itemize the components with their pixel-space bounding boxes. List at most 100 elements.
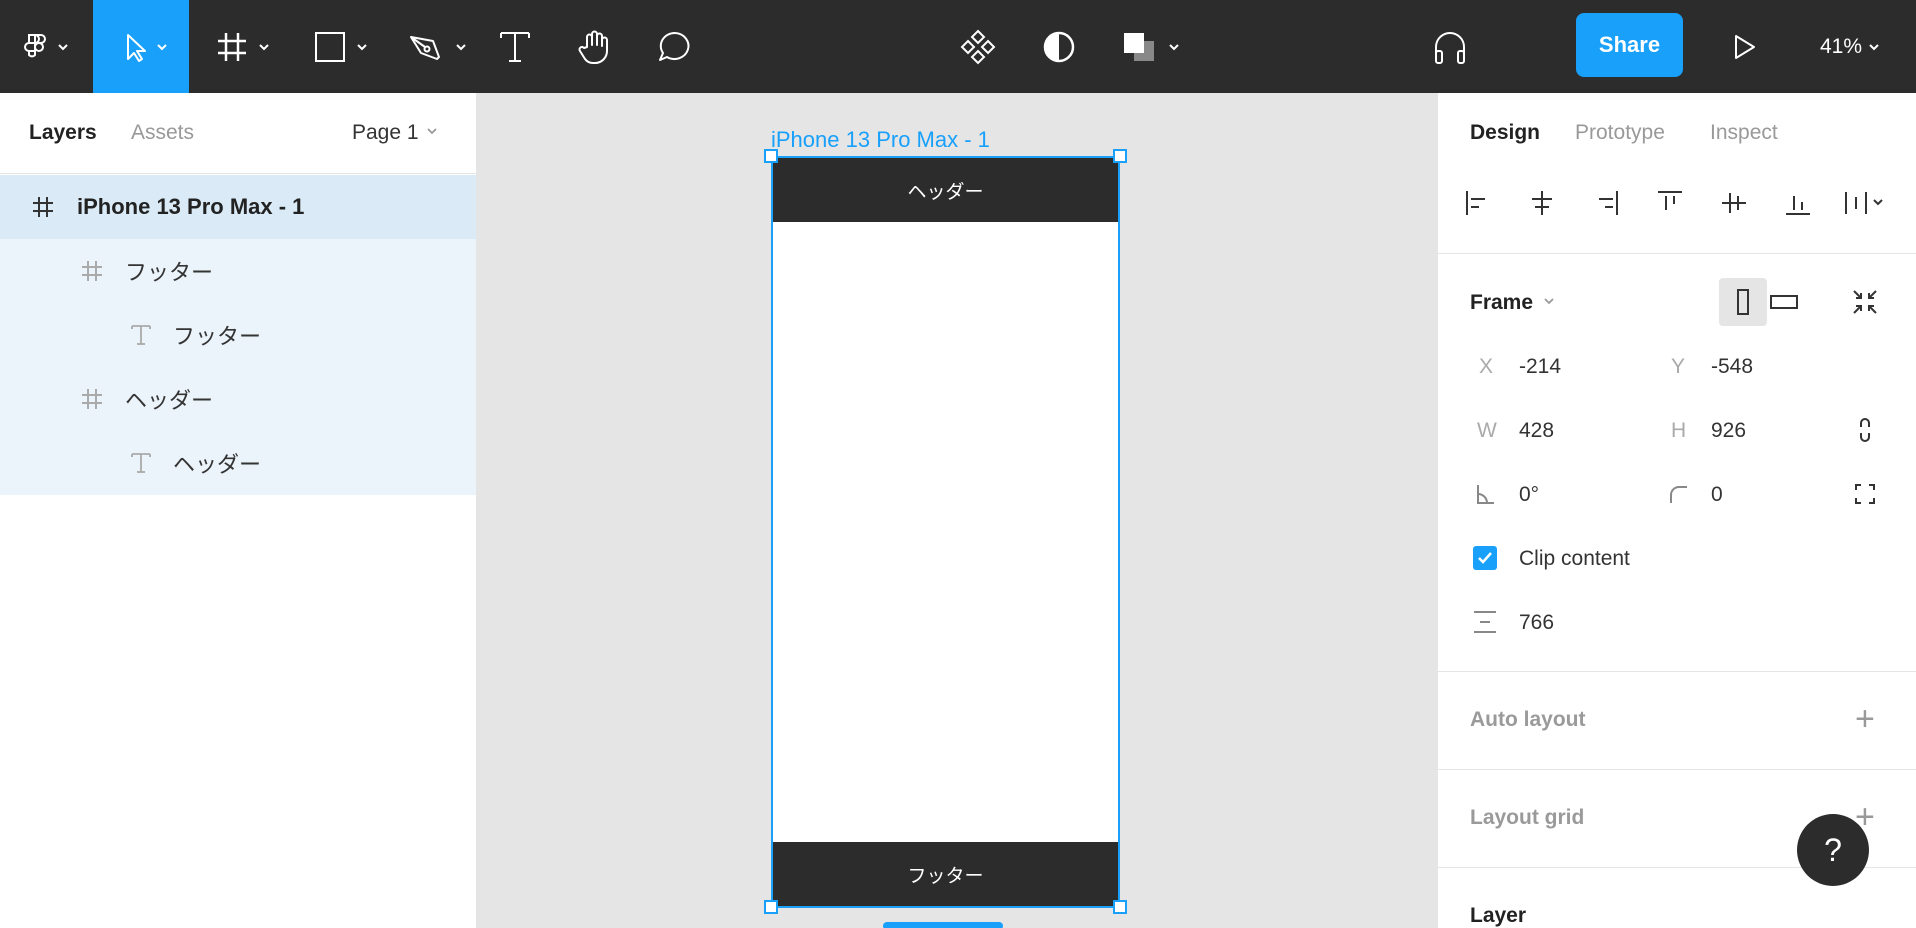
present-button[interactable] xyxy=(1726,0,1762,93)
layer-row[interactable]: フッター xyxy=(0,239,476,303)
layer-label: フッター xyxy=(173,324,262,349)
frame-section-title[interactable]: Frame xyxy=(1470,291,1559,315)
chevron-down-icon xyxy=(427,128,438,135)
y-input[interactable]: -548 xyxy=(1711,355,1753,379)
rotation-input[interactable]: 0° xyxy=(1519,483,1539,507)
align-top-icon[interactable] xyxy=(1650,183,1690,223)
header-text: ヘッダー xyxy=(907,181,984,203)
layout-grid-title: Layout grid xyxy=(1470,806,1585,829)
layer-label: iPhone 13 Pro Max - 1 xyxy=(77,194,305,219)
divider xyxy=(1438,671,1916,672)
h-label: H xyxy=(1671,419,1687,442)
move-tool-button[interactable] xyxy=(93,0,189,93)
resize-handle-bottom-right[interactable] xyxy=(1113,900,1127,914)
chevron-down-icon xyxy=(1544,298,1554,305)
frame-icon xyxy=(79,386,105,412)
figma-logo-icon xyxy=(24,33,68,57)
height-input[interactable]: 926 xyxy=(1711,419,1746,443)
divider xyxy=(1438,253,1916,254)
contrast-icon xyxy=(1043,31,1075,62)
hand-icon xyxy=(578,30,608,64)
align-right-icon[interactable] xyxy=(1586,183,1626,223)
pen-tool-button[interactable] xyxy=(398,0,478,93)
spacing-icon xyxy=(1470,607,1500,637)
frame-section-label: Frame xyxy=(1470,291,1534,314)
tab-inspect[interactable]: Inspect xyxy=(1710,121,1778,145)
distribute-icon[interactable] xyxy=(1842,183,1892,223)
clip-content-label: Clip content xyxy=(1519,547,1630,570)
frame-tool-button[interactable] xyxy=(205,0,285,93)
align-left-icon[interactable] xyxy=(1458,183,1498,223)
frame-icon xyxy=(218,32,269,61)
resize-handle-top-left[interactable] xyxy=(764,149,778,163)
rectangle-icon xyxy=(315,31,367,62)
tab-layers[interactable]: Layers xyxy=(29,121,97,145)
canvas-scrollbar[interactable] xyxy=(883,922,1003,928)
left-panel-tabs: Layers Assets Page 1 xyxy=(0,93,476,174)
help-button[interactable]: ? xyxy=(1797,814,1869,886)
layer-row[interactable]: ヘッダー xyxy=(0,367,476,431)
mask-button[interactable] xyxy=(1039,0,1079,93)
layer-row[interactable]: ヘッダー xyxy=(0,431,476,495)
zoom-menu[interactable]: 41% xyxy=(1820,0,1886,93)
layer-label: フッター xyxy=(125,260,214,285)
frame-icon xyxy=(30,194,56,220)
share-button[interactable]: Share xyxy=(1576,13,1683,77)
page-selector[interactable]: Page 1 xyxy=(352,121,442,145)
corner-radius-icon xyxy=(1663,479,1693,509)
corner-radius-input[interactable]: 0 xyxy=(1711,483,1723,507)
portrait-orientation-icon[interactable] xyxy=(1719,278,1767,326)
layer-row[interactable]: iPhone 13 Pro Max - 1 xyxy=(0,175,476,239)
audio-button[interactable] xyxy=(1430,0,1470,93)
tab-assets[interactable]: Assets xyxy=(131,121,194,145)
text-tool-button[interactable] xyxy=(495,0,535,93)
x-label: X xyxy=(1479,355,1494,378)
play-icon xyxy=(1735,34,1755,59)
boolean-button[interactable] xyxy=(1120,0,1190,93)
toolbar: Share 41% xyxy=(0,0,1916,93)
resize-handle-bottom-left[interactable] xyxy=(764,900,778,914)
constrain-proportions-icon[interactable] xyxy=(1850,415,1880,445)
resize-to-fit-icon[interactable] xyxy=(1850,287,1880,317)
landscape-orientation-icon[interactable] xyxy=(1769,287,1799,317)
layers-panel: Layers Assets Page 1 iPhone 13 Pro Max -… xyxy=(0,93,477,928)
pen-icon xyxy=(410,35,466,60)
clip-content-checkbox[interactable] xyxy=(1473,546,1497,570)
frame-title[interactable]: iPhone 13 Pro Max - 1 xyxy=(771,127,990,153)
rotation-icon xyxy=(1470,479,1500,509)
spacing-input[interactable]: 766 xyxy=(1519,611,1554,635)
independent-corners-icon[interactable] xyxy=(1850,479,1880,509)
alignment-toolbar xyxy=(1438,183,1916,227)
tab-design[interactable]: Design xyxy=(1470,121,1540,145)
headphones-icon xyxy=(1435,31,1465,64)
header-bar[interactable]: ヘッダー xyxy=(773,158,1118,222)
text-icon xyxy=(128,450,154,476)
tab-prototype[interactable]: Prototype xyxy=(1575,121,1665,145)
add-auto-layout-plus-icon[interactable]: + xyxy=(1855,700,1875,739)
shape-tool-button[interactable] xyxy=(300,0,380,93)
main-menu-button[interactable] xyxy=(0,0,90,93)
x-input[interactable]: -214 xyxy=(1519,355,1561,379)
comment-icon xyxy=(659,31,690,61)
page-name: Page 1 xyxy=(352,121,419,144)
layer-label: ヘッダー xyxy=(125,388,214,413)
iphone-frame[interactable]: ヘッダー フッター xyxy=(771,156,1120,908)
components-button[interactable] xyxy=(958,0,998,93)
footer-bar[interactable]: フッター xyxy=(773,842,1118,906)
auto-layout-title: Auto layout xyxy=(1470,708,1586,731)
text-icon xyxy=(128,322,154,348)
hand-tool-button[interactable] xyxy=(575,0,615,93)
layer-section-title: Layer xyxy=(1470,904,1527,927)
footer-text: フッター xyxy=(907,865,984,887)
frame-icon xyxy=(79,258,105,284)
text-icon xyxy=(500,31,530,62)
align-vertical-center-icon[interactable] xyxy=(1714,183,1754,223)
align-horizontal-center-icon[interactable] xyxy=(1522,183,1562,223)
width-input[interactable]: 428 xyxy=(1519,419,1554,443)
canvas[interactable]: iPhone 13 Pro Max - 1 ヘッダー フッター xyxy=(477,93,1437,928)
w-label: W xyxy=(1477,419,1497,442)
comment-tool-button[interactable] xyxy=(655,0,695,93)
resize-handle-top-right[interactable] xyxy=(1113,149,1127,163)
layer-row[interactable]: フッター xyxy=(0,303,476,367)
align-bottom-icon[interactable] xyxy=(1778,183,1818,223)
